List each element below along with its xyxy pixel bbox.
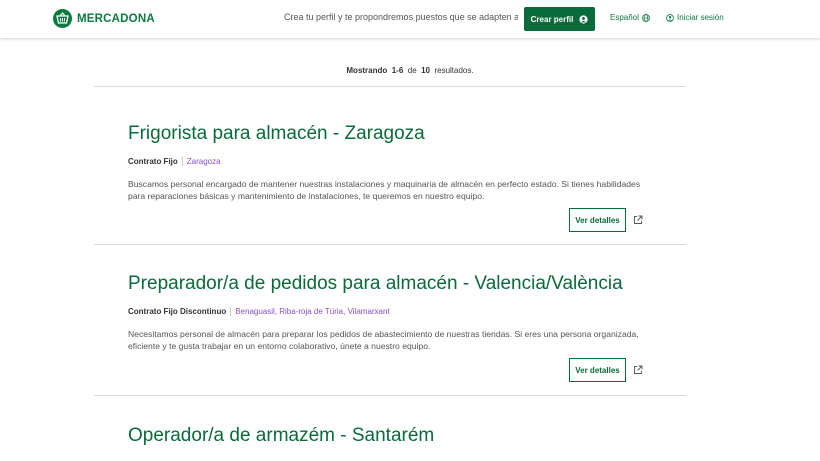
user-icon (579, 14, 588, 24)
job-description: Buscamos personal encargado de mantener … (128, 179, 641, 201)
results-summary: Mostrando 1-6 de 10 resultados. (0, 66, 820, 75)
contract-type: Contrato Fijo (128, 157, 178, 166)
job-meta: Contrato Fijo Zaragoza (128, 157, 648, 166)
create-profile-button[interactable]: Crear perfil (524, 7, 595, 31)
mercadona-logo[interactable]: MERCADONA (53, 9, 155, 28)
divider (94, 244, 686, 245)
job-title[interactable]: Operador/a de armazém - Santarém (128, 425, 648, 447)
job-card: Preparador/a de pedidos para almacén - V… (128, 273, 648, 352)
login-label: Iniciar sesión (677, 13, 724, 22)
results-total: 10 (421, 66, 431, 75)
job-description: Necesitamos personal de almacén para pre… (128, 329, 639, 351)
profile-promo-text: Crea tu perfil y te propondremos puestos… (284, 12, 518, 22)
job-location: Benaguasil, Riba-roja de Túria, Vilamarx… (235, 307, 390, 316)
basket-icon (53, 9, 72, 28)
account-icon (666, 13, 674, 22)
job-card: Operador/a de armazém - Santarém (128, 425, 648, 447)
results-suffix: resultados. (434, 66, 474, 75)
job-card: Frigorista para almacén - Zaragoza Contr… (128, 123, 648, 202)
job-title[interactable]: Frigorista para almacén - Zaragoza (128, 123, 648, 145)
job-meta: Contrato Fijo Discontinuo Benaguasil, Ri… (128, 307, 648, 316)
create-profile-label: Crear perfil (530, 14, 574, 24)
brand-name: MERCADONA (77, 12, 155, 25)
meta-separator (181, 157, 183, 166)
meta-separator (230, 307, 232, 316)
language-selector[interactable]: Español (610, 13, 650, 22)
login-link[interactable]: Iniciar sesión (666, 13, 724, 22)
external-link-icon[interactable] (633, 215, 643, 225)
divider (94, 86, 686, 87)
external-link-icon[interactable] (633, 365, 643, 375)
results-prefix: Mostrando (346, 66, 388, 75)
results-range: 1-6 (391, 66, 404, 75)
globe-icon (642, 13, 650, 22)
divider (94, 395, 686, 396)
results-of: de (407, 66, 417, 75)
language-label: Español (610, 13, 639, 22)
top-navbar: MERCADONA Crea tu perfil y te propondrem… (0, 0, 820, 38)
view-details-button[interactable]: Ver detalles (569, 358, 626, 382)
job-title[interactable]: Preparador/a de pedidos para almacén - V… (128, 273, 648, 295)
contract-type: Contrato Fijo Discontinuo (128, 307, 227, 316)
job-location: Zaragoza (186, 157, 221, 166)
view-details-button[interactable]: Ver detalles (569, 208, 626, 232)
